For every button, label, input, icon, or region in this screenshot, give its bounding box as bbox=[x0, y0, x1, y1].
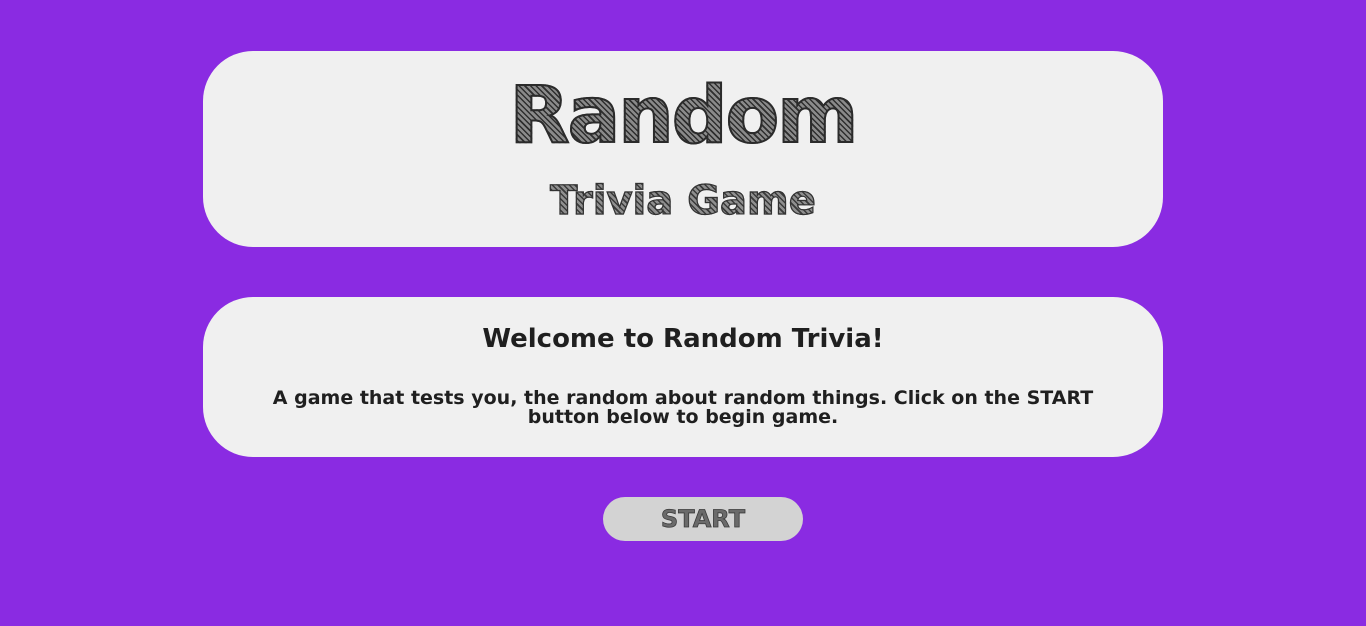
start-button[interactable]: START bbox=[603, 497, 803, 541]
welcome-heading: Welcome to Random Trivia! bbox=[482, 324, 884, 354]
game-page: Random Trivia Game Welcome to Random Tri… bbox=[0, 0, 1366, 626]
game-description: A game that tests you, the random about … bbox=[272, 387, 1094, 428]
game-title: Random bbox=[203, 70, 1163, 162]
welcome-card: Welcome to Random Trivia! A game that te… bbox=[203, 297, 1163, 457]
game-subtitle: Trivia Game bbox=[203, 175, 1163, 227]
header-card: Random Trivia Game bbox=[203, 51, 1163, 247]
